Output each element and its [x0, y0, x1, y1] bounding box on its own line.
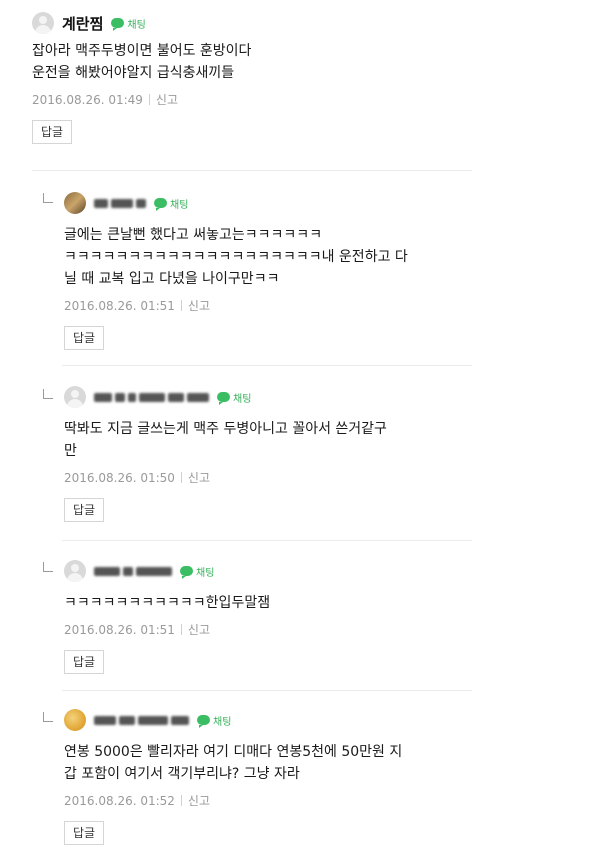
comment-meta: 2016.08.26. 01:50 신고 — [64, 469, 584, 486]
avatar[interactable] — [64, 192, 86, 214]
avatar[interactable] — [32, 12, 54, 34]
chat-link[interactable]: 채팅 — [197, 713, 231, 728]
reply-item: 채팅 딱봐도 지금 글쓰는게 맥주 두병아니고 꼴아서 쓴거같구 만 2016.… — [64, 384, 584, 522]
reply-item: 채팅 ㅋㅋㅋㅋㅋㅋㅋㅋㅋㅋㅋ한입두말잼 2016.08.26. 01:51 신고… — [64, 558, 584, 674]
report-link[interactable]: 신고 — [188, 469, 210, 486]
comment-text: 딱봐도 지금 글쓰는게 맥주 두병아니고 꼴아서 쓴거같구 만 — [64, 421, 387, 459]
comment-timestamp: 2016.08.26. 01:50 — [64, 470, 175, 485]
comment-meta: 2016.08.26. 01:51 신고 — [64, 297, 584, 314]
meta-divider — [180, 795, 182, 806]
reply-indicator-icon — [43, 193, 53, 203]
report-link[interactable]: 신고 — [188, 792, 210, 809]
reply-indicator-icon — [43, 712, 53, 722]
comment-text: 잡아라 맥주두병이면 불어도 훈방이다 운전을 해봤어야알지 급식충새끼들 — [32, 43, 252, 81]
comment-text: ㅋㅋㅋㅋㅋㅋㅋㅋㅋㅋㅋ한입두말잼 — [64, 595, 271, 611]
comment-header: 채팅 — [64, 707, 584, 733]
avatar[interactable] — [64, 709, 86, 731]
avatar[interactable] — [64, 386, 86, 408]
report-link[interactable]: 신고 — [188, 621, 210, 638]
chat-bubble-icon — [217, 392, 230, 405]
meta-divider — [148, 94, 150, 105]
chat-bubble-icon — [111, 18, 125, 31]
comment-meta: 2016.08.26. 01:52 신고 — [64, 792, 584, 809]
report-link[interactable]: 신고 — [188, 297, 210, 314]
report-link[interactable]: 신고 — [156, 91, 178, 108]
chat-label: 채팅 — [170, 199, 189, 211]
comment-header: 채팅 — [64, 384, 584, 410]
reply-button[interactable]: 답글 — [64, 326, 105, 350]
comment-header: 계란찜 채팅 — [32, 10, 572, 36]
reply-item: 채팅 글에는 큰날뻔 했다고 써놓고는ㅋㅋㅋㅋㅋㅋ ㅋㅋㅋㅋㅋㅋㅋㅋㅋㅋㅋㅋㅋㅋ… — [64, 190, 584, 350]
author-name-redacted[interactable] — [94, 715, 189, 725]
author-name-redacted[interactable] — [94, 392, 209, 402]
divider — [62, 365, 472, 366]
chat-link[interactable]: 채팅 — [154, 196, 188, 211]
reply-button[interactable]: 답글 — [64, 650, 105, 674]
reply-button[interactable]: 답글 — [64, 498, 105, 522]
divider — [62, 690, 472, 691]
comment-meta: 2016.08.26. 01:49 신고 — [32, 91, 572, 108]
chat-label: 채팅 — [233, 393, 252, 405]
meta-divider — [180, 472, 182, 483]
comment-header: 채팅 — [64, 558, 584, 584]
divider — [32, 170, 472, 171]
comment-text: 글에는 큰날뻔 했다고 써놓고는ㅋㅋㅋㅋㅋㅋ ㅋㅋㅋㅋㅋㅋㅋㅋㅋㅋㅋㅋㅋㅋㅋㅋㅋ… — [64, 227, 408, 287]
comment-timestamp: 2016.08.26. 01:52 — [64, 793, 175, 808]
chat-label: 채팅 — [196, 567, 215, 579]
comment-header: 채팅 — [64, 190, 584, 216]
meta-divider — [180, 624, 182, 635]
comment-timestamp: 2016.08.26. 01:49 — [32, 92, 143, 107]
chat-label: 채팅 — [127, 19, 146, 31]
chat-link[interactable]: 채팅 — [217, 390, 251, 405]
comment-timestamp: 2016.08.26. 01:51 — [64, 298, 175, 313]
chat-link[interactable]: 채팅 — [111, 16, 146, 31]
reply-button[interactable]: 답글 — [64, 821, 105, 845]
reply-button[interactable]: 답글 — [32, 120, 73, 144]
chat-label: 채팅 — [213, 716, 232, 728]
chat-bubble-icon — [197, 715, 210, 728]
comment-text: 연봉 5000은 빨리자라 여기 디매다 연봉5천에 50만원 지 갑 포함이 … — [64, 744, 403, 782]
divider — [62, 540, 472, 541]
reply-indicator-icon — [43, 562, 53, 572]
comment-item: 계란찜 채팅 잡아라 맥주두병이면 불어도 훈방이다 운전을 해봤어야알지 급식… — [32, 10, 572, 144]
comment-timestamp: 2016.08.26. 01:51 — [64, 622, 175, 637]
meta-divider — [180, 300, 182, 311]
comment-meta: 2016.08.26. 01:51 신고 — [64, 621, 584, 638]
reply-indicator-icon — [43, 389, 53, 399]
chat-link[interactable]: 채팅 — [180, 564, 214, 579]
reply-item: 채팅 연봉 5000은 빨리자라 여기 디매다 연봉5천에 50만원 지 갑 포… — [64, 707, 584, 845]
chat-bubble-icon — [180, 566, 193, 579]
author-name-redacted[interactable] — [94, 566, 172, 576]
chat-bubble-icon — [154, 198, 167, 211]
author-name[interactable]: 계란찜 — [62, 13, 103, 34]
author-name-redacted[interactable] — [94, 198, 146, 208]
avatar[interactable] — [64, 560, 86, 582]
